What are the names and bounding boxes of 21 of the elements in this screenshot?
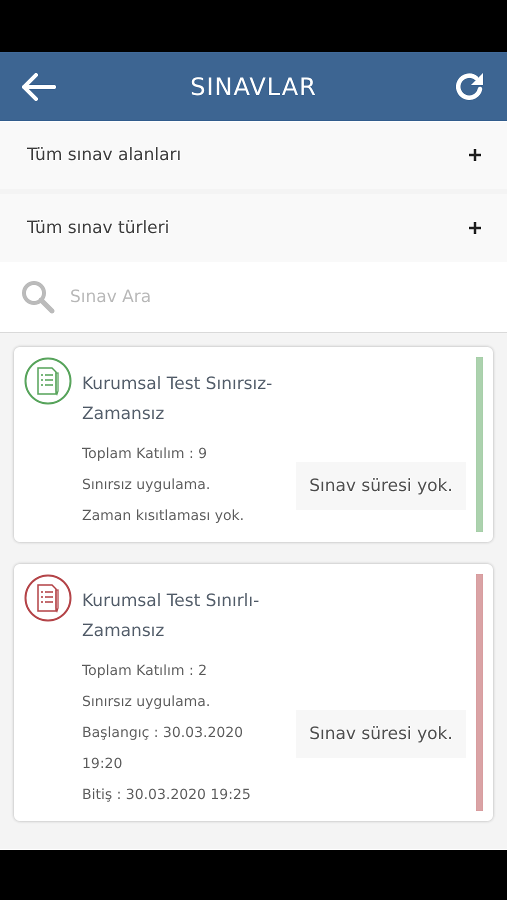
exam-card[interactable]: Kurumsal Test Sınırlı-Zamansız Toplam Katılım : 2 Sınırsız uygulama. Başlangıç : 30.03.2020 19:20 Bitiş : 30.03.2020 19:25 Sınav süresi yok. [14, 564, 493, 821]
exam-title: Kurumsal Test Sınırlı-Zamansız [82, 590, 260, 643]
exam-detail: Sınırsız uygulama. [82, 476, 212, 495]
duration-label: Sınav süresi yok. [296, 710, 466, 758]
exam-detail: Bitiş : 30.03.2020 19:25 [82, 786, 252, 805]
exam-card[interactable]: Kurumsal Test Sınırsız-Zamansız Toplam Katılım : 9 Sınırsız uygulama. Zaman kısıtlaması yok. Sınav süresi yok. [14, 347, 493, 542]
plus-icon [469, 149, 481, 161]
exam-detail: Sınırsız uygulama. [82, 693, 212, 712]
search-field[interactable]: Sınav Ara [68, 286, 372, 308]
search-icon [20, 279, 56, 315]
filter-dropdown[interactable]: Tüm sınav türleri [0, 194, 507, 262]
exam-detail: Zaman kısıtlaması yok. [82, 507, 246, 526]
exam-detail: Toplam Katılım : 2 [82, 662, 208, 681]
page-title: SINAVLAR [190, 72, 317, 100]
duration-label: Sınav süresi yok. [296, 462, 466, 510]
filter-dropdown[interactable]: Tüm sınav alanları [0, 121, 507, 189]
exam-title: Kurumsal Test Sınırsız-Zamansız [82, 373, 274, 426]
exam-detail: Toplam Katılım : 9 [82, 445, 208, 464]
exam-detail: Başlangıç : 30.03.2020 19:20 [82, 724, 244, 774]
plus-icon [469, 222, 481, 234]
back-button[interactable] [20, 72, 56, 102]
